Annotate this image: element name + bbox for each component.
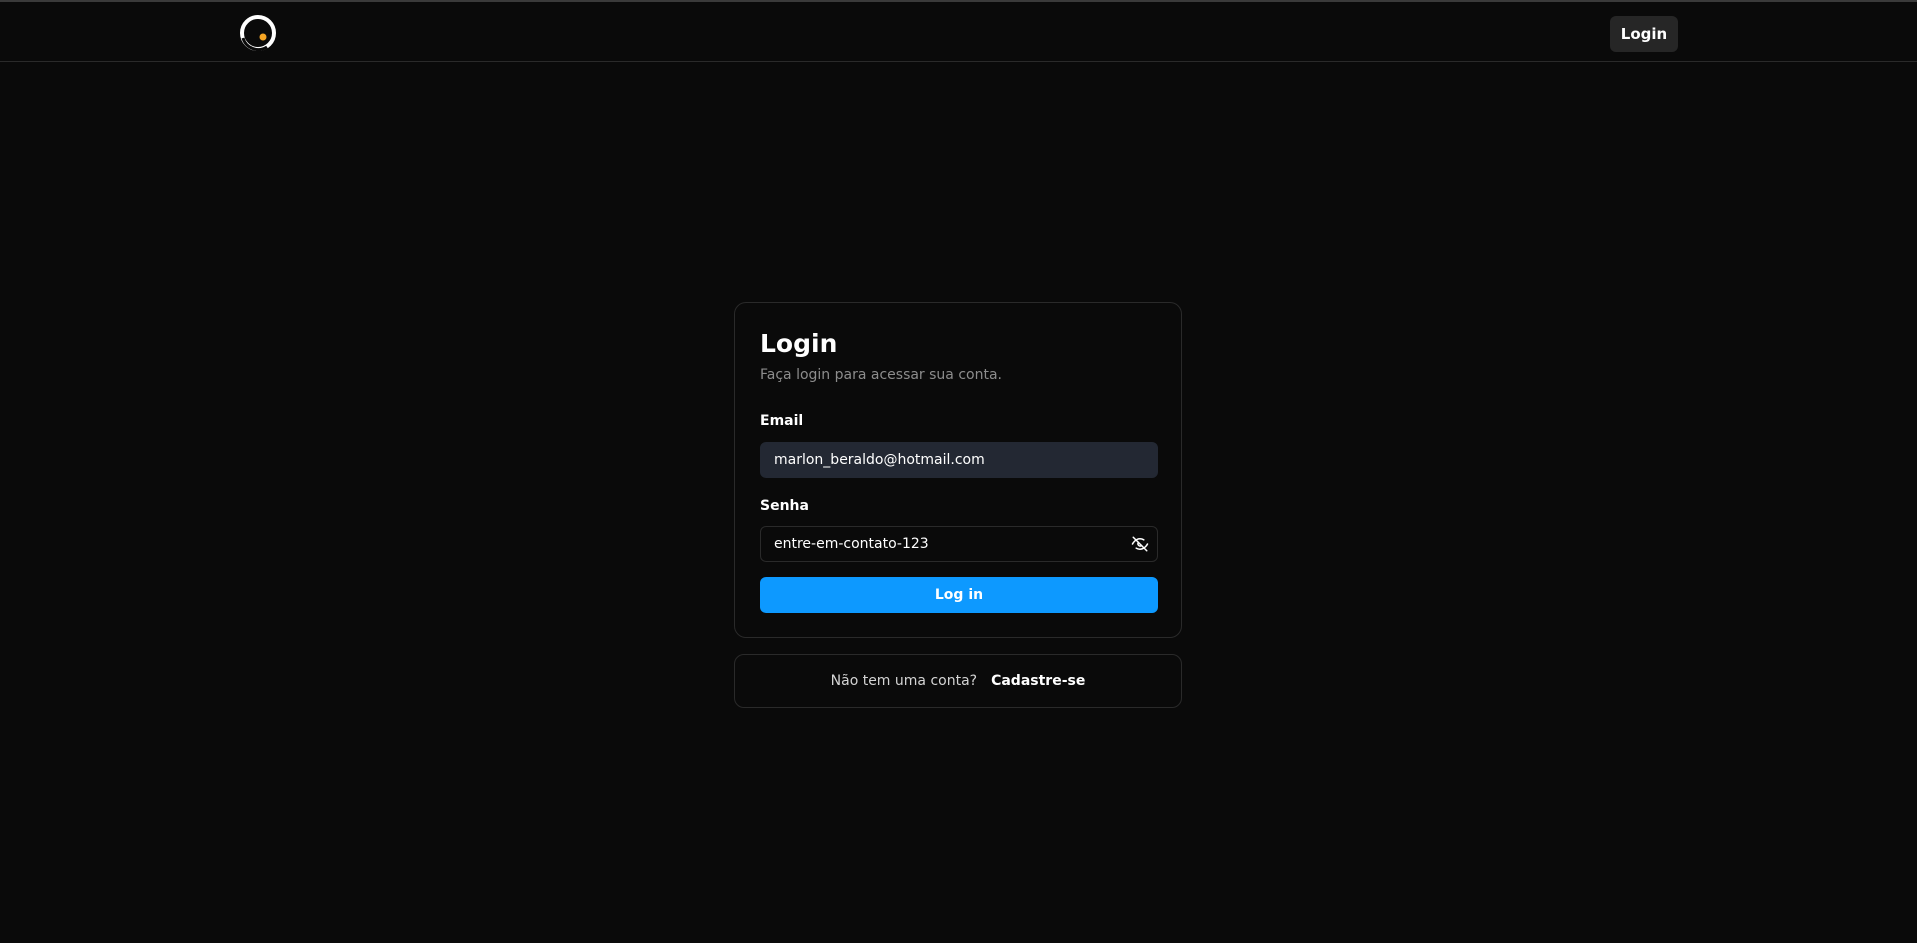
- login-card: Login Faça login para acessar sua conta.…: [734, 302, 1182, 638]
- email-label: Email: [760, 413, 804, 429]
- password-field[interactable]: [760, 526, 1158, 562]
- signup-prompt: Não tem uma conta?: [830, 673, 978, 689]
- login-title: Login: [760, 329, 838, 358]
- email-field[interactable]: [760, 442, 1158, 478]
- login-submit-button[interactable]: Log in: [760, 577, 1158, 613]
- signup-link[interactable]: Cadastre-se: [991, 673, 1085, 689]
- header-login-button[interactable]: Login: [1610, 16, 1678, 52]
- login-subtitle: Faça login para acessar sua conta.: [760, 367, 1002, 383]
- signup-card: Não tem uma conta? Cadastre-se: [734, 654, 1182, 708]
- top-navbar: Login: [0, 0, 1917, 62]
- password-label: Senha: [760, 498, 809, 514]
- logo-icon[interactable]: [237, 12, 279, 54]
- eye-off-icon[interactable]: [1131, 535, 1149, 553]
